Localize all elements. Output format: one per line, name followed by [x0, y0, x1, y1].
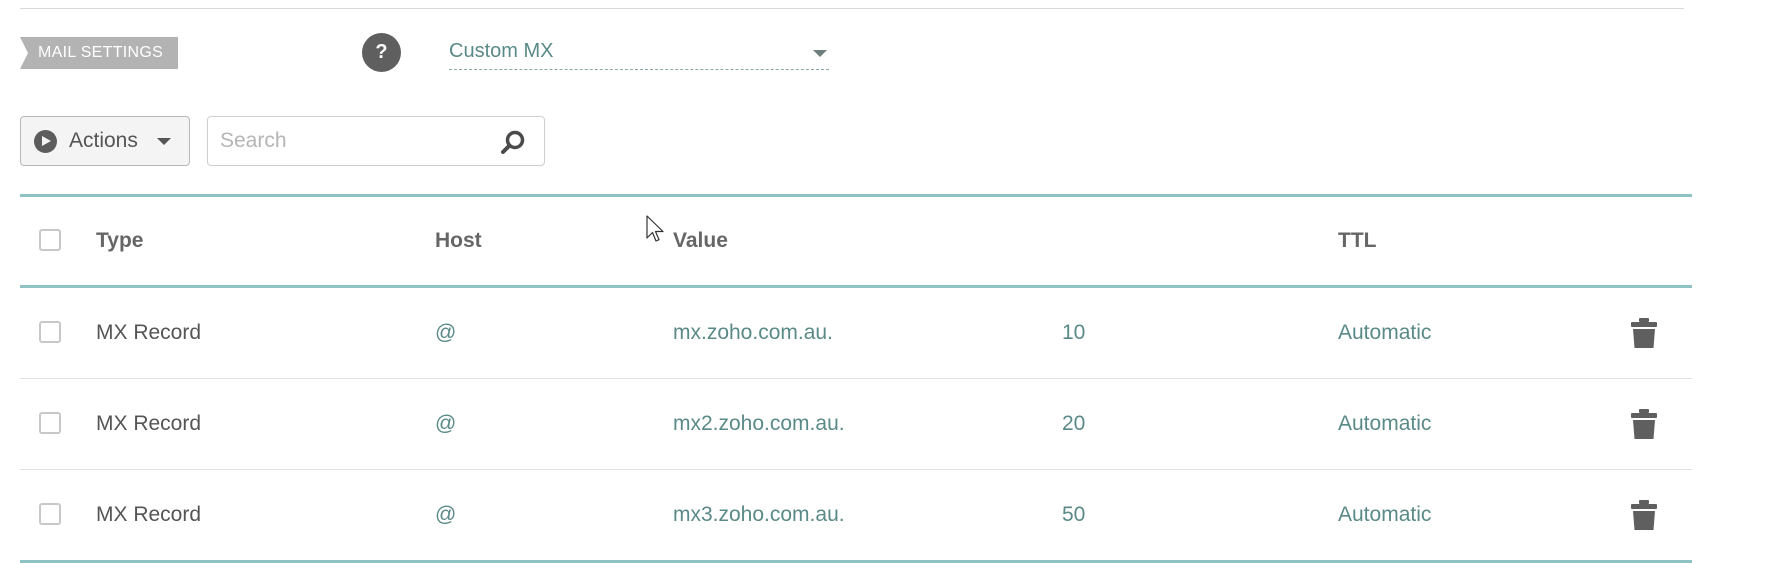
table-row: MX Record @ mx.zoho.com.au. 10 Automatic — [20, 288, 1692, 378]
record-value[interactable]: mx3.zoho.com.au. — [673, 470, 845, 560]
record-value[interactable]: mx2.zoho.com.au. — [673, 379, 845, 469]
record-value[interactable]: mx.zoho.com.au. — [673, 288, 833, 378]
record-priority[interactable]: 20 — [1062, 379, 1085, 469]
row-checkbox[interactable] — [39, 412, 61, 434]
table-header-row: Type Host Value TTL — [20, 197, 1692, 285]
mx-type-select[interactable]: Custom MX — [449, 36, 829, 70]
tag-notch — [20, 37, 28, 69]
record-ttl[interactable]: Automatic — [1338, 379, 1431, 469]
header-host[interactable]: Host — [435, 197, 482, 285]
record-type[interactable]: MX Record — [96, 470, 201, 560]
record-ttl[interactable]: Automatic — [1338, 288, 1431, 378]
actions-button[interactable]: Actions — [20, 116, 190, 166]
header-type[interactable]: Type — [96, 197, 143, 285]
trash-icon[interactable] — [1631, 409, 1657, 439]
header-value[interactable]: Value — [673, 197, 728, 285]
select-all-checkbox[interactable] — [39, 229, 61, 251]
table-row: MX Record @ mx3.zoho.com.au. 50 Automati… — [20, 470, 1692, 560]
dns-records-table: Type Host Value TTL MX Record @ mx.zoho.… — [20, 194, 1692, 563]
row-checkbox[interactable] — [39, 321, 61, 343]
actions-label: Actions — [69, 129, 138, 152]
record-ttl[interactable]: Automatic — [1338, 470, 1431, 560]
table-row: MX Record @ mx2.zoho.com.au. 20 Automati… — [20, 379, 1692, 469]
row-checkbox[interactable] — [39, 503, 61, 525]
top-divider — [20, 8, 1684, 9]
mail-settings-label: MAIL SETTINGS — [20, 37, 178, 69]
record-type[interactable]: MX Record — [96, 379, 201, 469]
record-priority[interactable]: 50 — [1062, 470, 1085, 560]
header-ttl[interactable]: TTL — [1338, 197, 1376, 285]
mx-type-value: Custom MX — [449, 40, 554, 62]
mouse-cursor-icon — [646, 215, 664, 242]
search-icon[interactable] — [500, 129, 526, 155]
search-box[interactable] — [207, 116, 545, 166]
trash-icon[interactable] — [1631, 318, 1657, 348]
mail-settings-text: MAIL SETTINGS — [38, 44, 164, 61]
trash-icon[interactable] — [1631, 500, 1657, 530]
search-input[interactable] — [220, 127, 480, 155]
record-type[interactable]: MX Record — [96, 288, 201, 378]
help-button[interactable]: ? — [362, 33, 401, 72]
record-priority[interactable]: 10 — [1062, 288, 1085, 378]
record-host[interactable]: @ — [435, 470, 456, 560]
record-host[interactable]: @ — [435, 379, 456, 469]
play-icon — [34, 130, 57, 153]
question-icon: ? — [375, 41, 388, 63]
chevron-down-icon — [813, 50, 827, 57]
record-host[interactable]: @ — [435, 288, 456, 378]
caret-down-icon — [157, 138, 171, 145]
